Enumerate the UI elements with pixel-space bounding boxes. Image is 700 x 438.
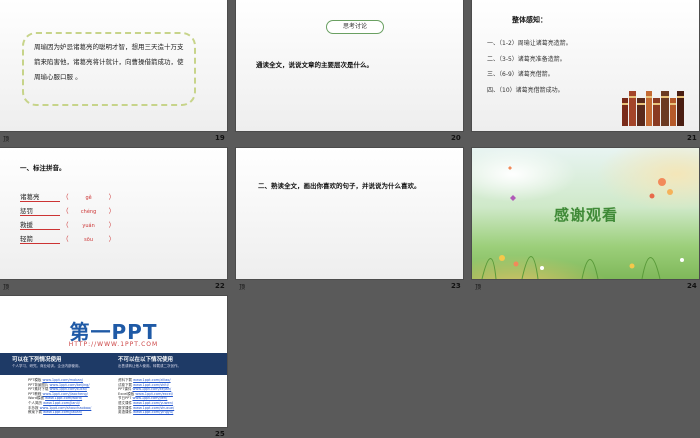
book-band: [622, 103, 628, 105]
link-url[interactable]: www.1ppt.com/jiaoan/: [43, 410, 82, 414]
pinyin-row: 诸葛亮 （gě）: [20, 191, 116, 202]
link-url[interactable]: www.1ppt.com/shuxue/: [133, 406, 174, 410]
pinyin: yuán: [82, 223, 95, 229]
usage-band: 可以在下列情况使用 个人学习、研究。商业培训。企业内部使用。 不可以在以下情况使…: [0, 353, 227, 375]
link-url[interactable]: www.1ppt.com/beijing/: [49, 383, 89, 387]
book-spine: [637, 98, 645, 126]
pinyin-row: 轻箭 （sōu）: [20, 233, 116, 244]
book-band: [629, 96, 636, 98]
word: 救援: [20, 219, 60, 230]
link-url[interactable]: www.1ppt.com/shiti/: [133, 383, 169, 387]
link-url[interactable]: www.1ppt.com/yuwen/: [133, 401, 173, 405]
link-label: 手抄报: [28, 405, 40, 410]
slide-thumbnail-19[interactable]: 周瑜因为妒忌诸葛亮的聪明才智，想用三天造十万支箭来陷害他，诸葛亮将计就计，向曹操…: [0, 0, 227, 131]
link-label: PPT课件: [118, 387, 133, 392]
book-spine: [670, 98, 676, 126]
slide-thumbnail-23[interactable]: 二、熟读全文，画出你喜欢的句子，并说说为什么喜欢。: [236, 148, 463, 279]
discussion-pill: 思考讨论: [326, 20, 384, 34]
slide-corner-mark: 顶: [475, 284, 482, 291]
link-url[interactable]: www.1ppt.com/jianli/: [43, 401, 80, 405]
link-row: 教案下载 www.1ppt.com/jiaoan/: [28, 410, 91, 415]
pinyin: sōu: [84, 237, 93, 243]
slide-number-25: 25: [215, 430, 225, 438]
link-url[interactable]: www.1ppt.com/word/: [45, 396, 82, 400]
link-url[interactable]: www.1ppt.com/sucai/: [49, 387, 86, 391]
outline-item: 四、（10）诸葛亮借箭成功。: [487, 86, 564, 94]
link-url[interactable]: www.1ppt.com/yingyu/: [133, 410, 173, 414]
slide-corner-mark: 顶: [3, 136, 10, 143]
books-illustration: [622, 91, 684, 126]
cannot-use-subtitle: 出售或转让他人使用。转载或二次创作。: [118, 364, 181, 368]
link-label: 节日PPT: [118, 396, 133, 401]
link-url[interactable]: www.1ppt.com/kejian/: [132, 387, 171, 391]
slide-number-23: 23: [451, 282, 461, 290]
pinyin-row: 惩罚 （chéng）: [20, 205, 116, 216]
link-label: 语文课件: [118, 400, 134, 405]
outline-list: 一、（1-2）周瑜让诸葛亮造箭。 二、（3-5）诸葛亮准备造箭。 三、（6-9）…: [487, 36, 572, 98]
slide-number-20: 20: [451, 134, 461, 142]
link-label: PPT素材下载: [28, 387, 50, 392]
link-label: Word模板: [28, 396, 46, 401]
can-use-title: 可以在下列情况使用: [12, 357, 62, 363]
word: 诸葛亮: [20, 191, 60, 202]
brand-url: HTTP://WWW.1PPT.COM: [68, 341, 159, 348]
word: 惩罚: [20, 205, 60, 216]
cannot-use-title: 不可以在以下情况使用: [118, 357, 174, 363]
pinyin-row: 救援 （yuán）: [20, 219, 116, 230]
link-label: 试卷下载: [118, 382, 134, 387]
slide-thumbnail-21[interactable]: 整体感知： 一、（1-2）周瑜让诸葛亮造箭。 二、（3-5）诸葛亮准备造箭。 三…: [472, 0, 699, 131]
book-band: [637, 103, 645, 105]
book-band: [677, 96, 684, 98]
link-url[interactable]: www.1ppt.com/moban/: [42, 378, 83, 382]
book-band: [653, 103, 660, 105]
link-url[interactable]: www.1ppt.com/jieri/: [132, 396, 167, 400]
discussion-question: 通读全文，说说文章的主要层次是什么。: [256, 61, 373, 69]
thank-you-text: 感谢观看: [554, 206, 619, 224]
outline-item: 一、（1-2）周瑜让诸葛亮造箭。: [487, 40, 572, 47]
pinyin: chéng: [80, 209, 97, 215]
right-link-list: 资料下载 www.1ppt.com/ziliao/试卷下载 www.1ppt.c…: [118, 378, 174, 415]
slide-number-21: 21: [687, 134, 697, 142]
slide-thumbnail-22[interactable]: 一、标注拼音。 诸葛亮 （gě） 惩罚 （chéng） 救援 （yuán） 轻箭…: [0, 148, 227, 279]
outline-item: 二、（3-5）诸葛亮准备造箭。: [487, 55, 566, 63]
pinyin: gě: [85, 195, 92, 201]
outline-item: 三、（6-9）诸葛亮借箭。: [487, 71, 554, 78]
section-title: 整体感知：: [512, 16, 547, 24]
book-spine: [653, 98, 660, 126]
slide-corner-mark: 顶: [3, 284, 10, 291]
summary-text-box: 周瑜因为妒忌诸葛亮的聪明才智，想用三天造十万支箭来陷害他，诸葛亮将计就计，向曹操…: [22, 32, 196, 106]
link-row: 英语课件 www.1ppt.com/yingyu/: [118, 410, 174, 415]
slide-number-24: 24: [687, 282, 697, 290]
can-use-subtitle: 个人学习、研究。商业培训。企业内部使用。: [12, 364, 82, 368]
book-spine: [622, 98, 628, 126]
exercise-question: 二、熟读全文，画出你喜欢的句子，并说说为什么喜欢。: [258, 182, 421, 190]
link-label: PPT背景图片: [28, 382, 50, 387]
link-label: 英语课件: [118, 410, 134, 415]
link-label: PPT模板: [28, 378, 43, 382]
link-label: 教案下载: [28, 410, 44, 415]
left-link-list: PPT模板 www.1ppt.com/moban/PPT背景图片 www.1pp…: [28, 378, 91, 415]
link-label: 资料下载: [118, 378, 134, 382]
slide-thumbnail-20[interactable]: 思考讨论 通读全文，说说文章的主要层次是什么。: [236, 0, 463, 131]
book-band: [670, 103, 676, 105]
slide-thumbnail-24[interactable]: 感谢观看: [472, 148, 699, 279]
link-label: 个人简历: [28, 400, 44, 405]
slide-thumbnail-25[interactable]: 第一PPT HTTP://WWW.1PPT.COM 可以在下列情况使用 个人学习…: [0, 296, 227, 427]
book-band: [661, 96, 669, 98]
slide-number-19: 19: [215, 134, 225, 142]
link-url[interactable]: www.1ppt.com/shouchaobao/: [40, 406, 92, 410]
link-url[interactable]: www.1ppt.com/ziliao/: [133, 378, 170, 382]
slide-number-22: 22: [215, 282, 225, 290]
book-band: [646, 96, 652, 98]
exercise-title: 一、标注拼音。: [20, 164, 66, 172]
word: 轻箭: [20, 233, 60, 244]
slide-corner-mark: 顶: [239, 284, 246, 291]
link-label: 数学课件: [118, 405, 134, 410]
